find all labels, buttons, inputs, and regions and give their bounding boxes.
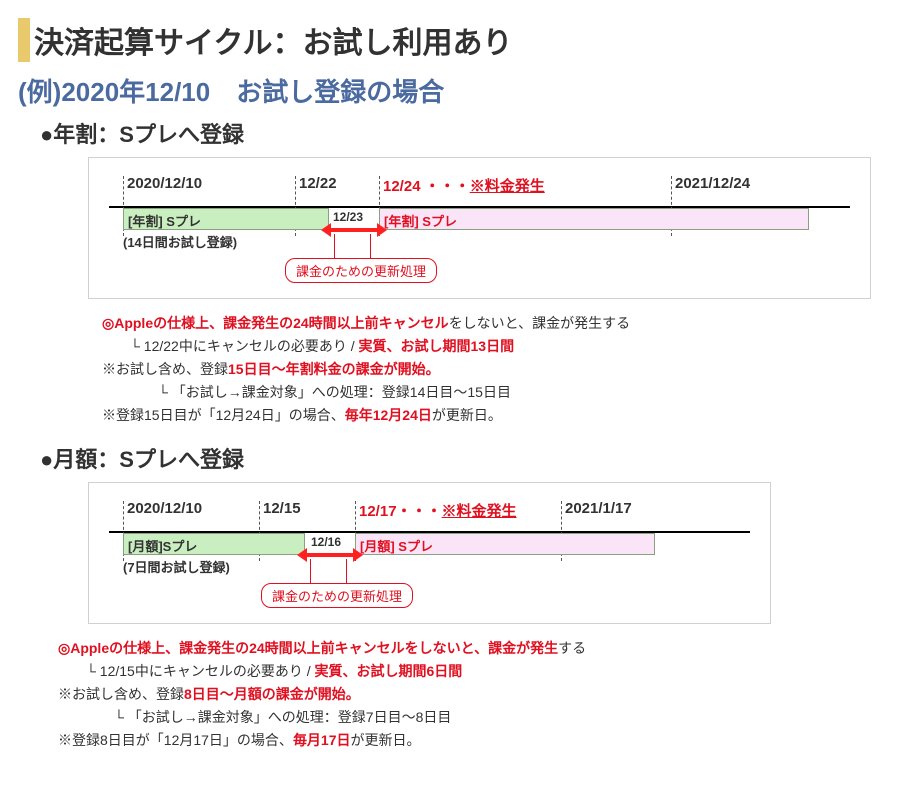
tick-charge-label: 12/17・・・※料金発生 bbox=[359, 500, 517, 521]
notes-monthly: ◎Appleの仕様上、課金発生の24時間以上前キャンセルをしないと、課金が発生す… bbox=[58, 638, 871, 751]
t: 課金発生の24時間以上前キャンセルをしないと、課金が発生 bbox=[179, 640, 558, 656]
period-paid-label: [月額] Sプレ bbox=[360, 536, 433, 555]
subtitle: (例)2020年12/10 お試し登録の場合 bbox=[18, 72, 891, 109]
t: 課金発生の24時間以上前キャンセル bbox=[223, 315, 449, 331]
tick-start-label: 2020/12/10 bbox=[127, 175, 202, 192]
timeline-box-annual: 2020/12/10 12/22 12/24 ・・・※料金発生 2021/12/… bbox=[88, 157, 871, 299]
trial-note: (14日間お試し登録) bbox=[123, 232, 237, 251]
tick-end-label: 2021/1/17 bbox=[565, 500, 632, 517]
section-1-header: ●年割：Sプレへ登録 bbox=[40, 117, 891, 149]
note-row: └ 12/22中にキャンセルの必要あり / 実質、お試し期間13日間 bbox=[102, 336, 871, 357]
note-row: └ 「お試し→課金対象」への処理：登録7日目～8日目 bbox=[58, 707, 871, 728]
tick-charge-date: 12/17・・・ bbox=[359, 503, 442, 520]
accent-bar bbox=[18, 18, 30, 62]
note-row: └ 12/15中にキャンセルの必要あり / 実質、お試し期間6日間 bbox=[58, 661, 871, 682]
tick-end-label: 2021/12/24 bbox=[675, 175, 750, 192]
period-trial: [年割] Sプレ bbox=[123, 208, 329, 230]
t: 8日目～月額の課金が開始。 bbox=[184, 686, 360, 702]
t: └ 12/22中にキャンセルの必要あり / bbox=[130, 338, 359, 354]
t: ※お試し含め、登録 bbox=[102, 361, 228, 377]
note-row: └ 「お試し→課金対象」への処理：登録14日目～15日目 bbox=[102, 382, 871, 403]
t: ※登録8日目が「12月17日」の場合、 bbox=[58, 732, 293, 748]
section-2-header: ●月額：Sプレへ登録 bbox=[40, 442, 891, 474]
t: ◎Appleの仕様上、 bbox=[58, 640, 179, 656]
callout-update: 課金のための更新処理 bbox=[285, 258, 437, 283]
page-title: 決済起算サイクル：お試し利用あり bbox=[34, 18, 513, 62]
update-arrow-icon bbox=[305, 553, 355, 557]
period-paid-label: [年割] Sプレ bbox=[384, 211, 457, 230]
period-trial: [月額]Sプレ bbox=[123, 533, 305, 555]
note-row: ◎Appleの仕様上、課金発生の24時間以上前キャンセルをしないと、課金が発生す… bbox=[58, 638, 871, 659]
period-trial-label: [年割] Sプレ bbox=[128, 211, 201, 230]
t: └ 12/15中にキャンセルの必要あり / bbox=[86, 663, 315, 679]
t: 毎年12月24日 bbox=[345, 407, 432, 423]
note-row: ※お試し含め、登録8日目～月額の課金が開始。 bbox=[58, 684, 871, 705]
mid-day-label: 12/23 bbox=[333, 210, 363, 224]
callout-update: 課金のための更新処理 bbox=[261, 583, 413, 608]
tick-charge-date: 12/24 ・・・ bbox=[383, 178, 470, 195]
timeline-annual: 2020/12/10 12/22 12/24 ・・・※料金発生 2021/12/… bbox=[123, 174, 836, 268]
charge-notice: ※料金発生 bbox=[442, 503, 517, 520]
charge-notice: ※料金発生 bbox=[470, 178, 545, 195]
t: 実質、お試し期間13日間 bbox=[359, 338, 515, 354]
title-row: 決済起算サイクル：お試し利用あり bbox=[18, 18, 891, 62]
period-trial-label: [月額]Sプレ bbox=[128, 536, 197, 555]
mid-day-label: 12/16 bbox=[311, 535, 341, 549]
t: が更新日。 bbox=[432, 407, 502, 423]
trial-note: (7日間お試し登録) bbox=[123, 557, 230, 576]
timeline-box-monthly: 2020/12/10 12/15 12/17・・・※料金発生 2021/1/17… bbox=[88, 482, 771, 624]
note-row: ※お試し含め、登録15日目～年割料金の課金が開始。 bbox=[102, 359, 871, 380]
tick-start-label: 2020/12/10 bbox=[127, 500, 202, 517]
update-arrow-icon bbox=[329, 228, 379, 232]
tick-cancel-label: 12/22 bbox=[299, 175, 337, 192]
period-paid: [年割] Sプレ bbox=[379, 208, 809, 230]
t: 15日目～年割料金の課金が開始。 bbox=[228, 361, 440, 377]
t: 毎月17日 bbox=[293, 732, 351, 748]
tick-charge-label: 12/24 ・・・※料金発生 bbox=[383, 175, 545, 196]
t: が更新日。 bbox=[351, 732, 421, 748]
timeline-monthly: 2020/12/10 12/15 12/17・・・※料金発生 2021/1/17… bbox=[123, 499, 736, 593]
tick-cancel-label: 12/15 bbox=[263, 500, 301, 517]
t: ◎Appleの仕様上、 bbox=[102, 315, 223, 331]
note-row: ◎Appleの仕様上、課金発生の24時間以上前キャンセルをしないと、課金が発生す… bbox=[102, 313, 871, 334]
note-row: ※登録15日目が「12月24日」の場合、毎年12月24日が更新日。 bbox=[102, 405, 871, 426]
note-row: ※登録8日目が「12月17日」の場合、毎月17日が更新日。 bbox=[58, 730, 871, 751]
t: する bbox=[558, 640, 586, 656]
t: ※お試し含め、登録 bbox=[58, 686, 184, 702]
t: ※登録15日目が「12月24日」の場合、 bbox=[102, 407, 345, 423]
t: をしないと、課金が発生する bbox=[449, 315, 630, 331]
notes-annual: ◎Appleの仕様上、課金発生の24時間以上前キャンセルをしないと、課金が発生す… bbox=[102, 313, 871, 426]
t: 実質、お試し期間6日間 bbox=[315, 663, 463, 679]
period-paid: [月額] Sプレ bbox=[355, 533, 655, 555]
